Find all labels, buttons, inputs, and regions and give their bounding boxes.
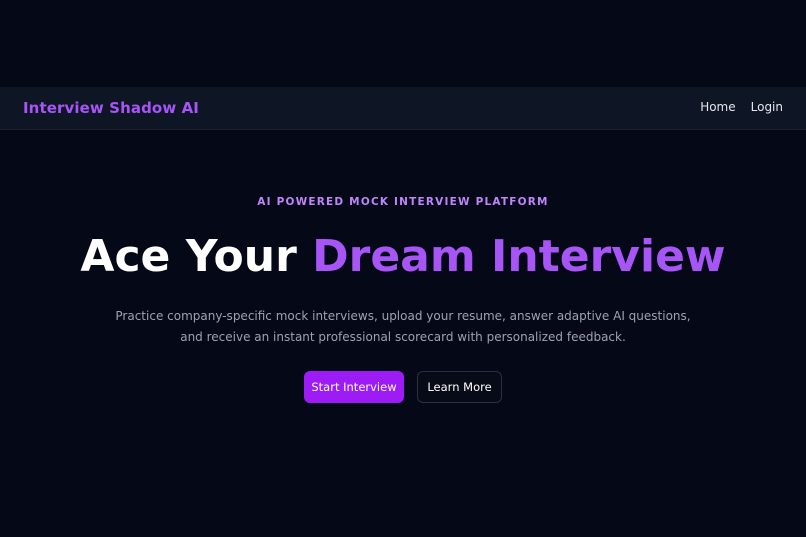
nav-home-link[interactable]: Home	[700, 100, 735, 114]
subtitle-line-2: and receive an instant professional scor…	[180, 330, 626, 344]
hero-eyebrow: AI POWERED MOCK INTERVIEW PLATFORM	[257, 196, 549, 208]
start-interview-button[interactable]: Start Interview	[304, 371, 404, 403]
nav-links: Home Login	[700, 100, 783, 114]
hero-headline: Ace Your Dream Interview	[0, 229, 806, 285]
nav-login-link[interactable]: Login	[751, 100, 783, 114]
headline-accent: Dream Interview	[312, 231, 726, 282]
navbar: Interview Shadow AI Home Login	[0, 87, 806, 130]
subtitle-line-1: Practice company-specific mock interview…	[115, 309, 691, 323]
brand-logo[interactable]: Interview Shadow AI	[23, 99, 199, 117]
hero-subtitle: Practice company-specific mock interview…	[0, 306, 806, 348]
learn-more-button[interactable]: Learn More	[417, 371, 502, 403]
headline-plain: Ace Your	[80, 231, 313, 282]
landing-page: Interview Shadow AI Home Login AI POWERE…	[0, 0, 806, 537]
